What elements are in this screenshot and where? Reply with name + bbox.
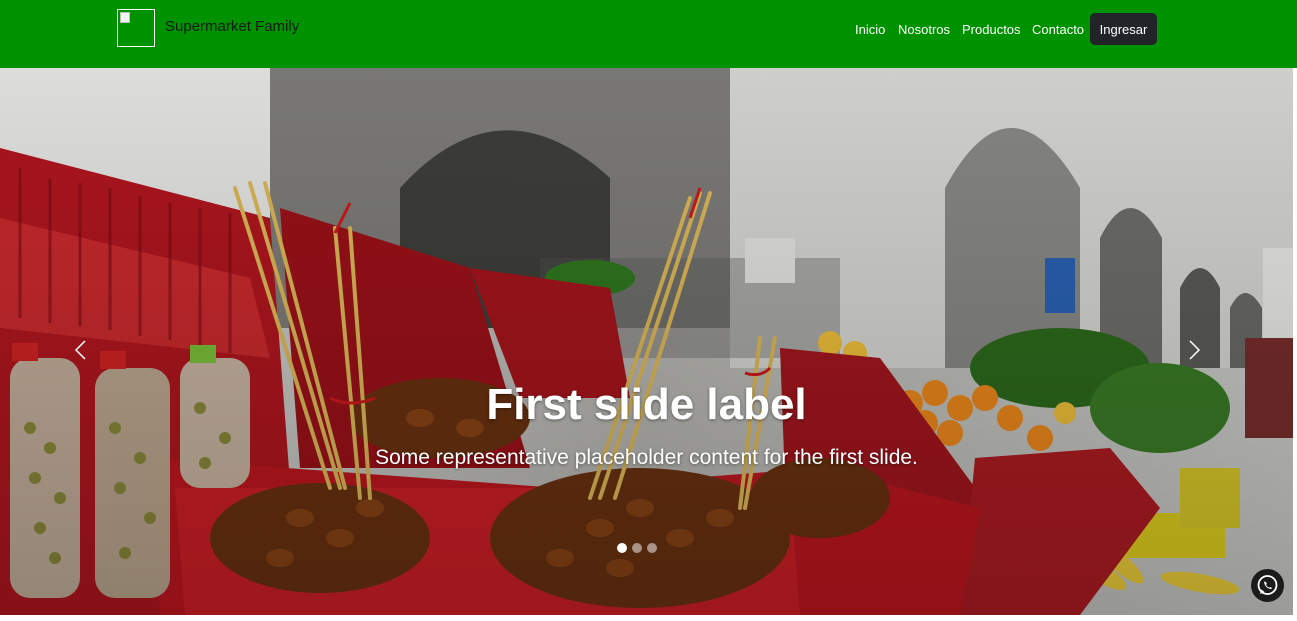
navbar: Supermarket Family Inicio Nosotros Produ…	[0, 0, 1297, 68]
carousel-prev-button[interactable]	[66, 330, 96, 370]
nav-link-inicio[interactable]: Inicio	[855, 22, 885, 37]
brand-logo-image[interactable]	[117, 9, 155, 47]
carousel-indicator-1[interactable]	[617, 543, 627, 553]
whatsapp-button[interactable]	[1251, 569, 1284, 602]
slide-title: First slide label	[486, 380, 807, 429]
carousel-indicator-2[interactable]	[632, 543, 642, 553]
carousel-next-button[interactable]	[1179, 330, 1209, 370]
carousel-indicator-3[interactable]	[647, 543, 657, 553]
nav-link-productos[interactable]: Productos	[962, 22, 1021, 37]
chevron-right-icon	[1189, 340, 1201, 360]
whatsapp-icon	[1257, 575, 1278, 595]
nav-link-nosotros[interactable]: Nosotros	[898, 22, 950, 37]
slide-caption: Some representative placeholder content …	[375, 446, 918, 469]
chevron-left-icon	[74, 340, 86, 360]
brand-name[interactable]: Supermarket Family	[165, 18, 299, 35]
market-photo	[0, 68, 1293, 615]
nav-link-contacto[interactable]: Contacto	[1032, 22, 1084, 37]
login-button[interactable]: Ingresar	[1090, 13, 1157, 45]
hero-carousel: First slide label Some representative pl…	[0, 68, 1293, 615]
